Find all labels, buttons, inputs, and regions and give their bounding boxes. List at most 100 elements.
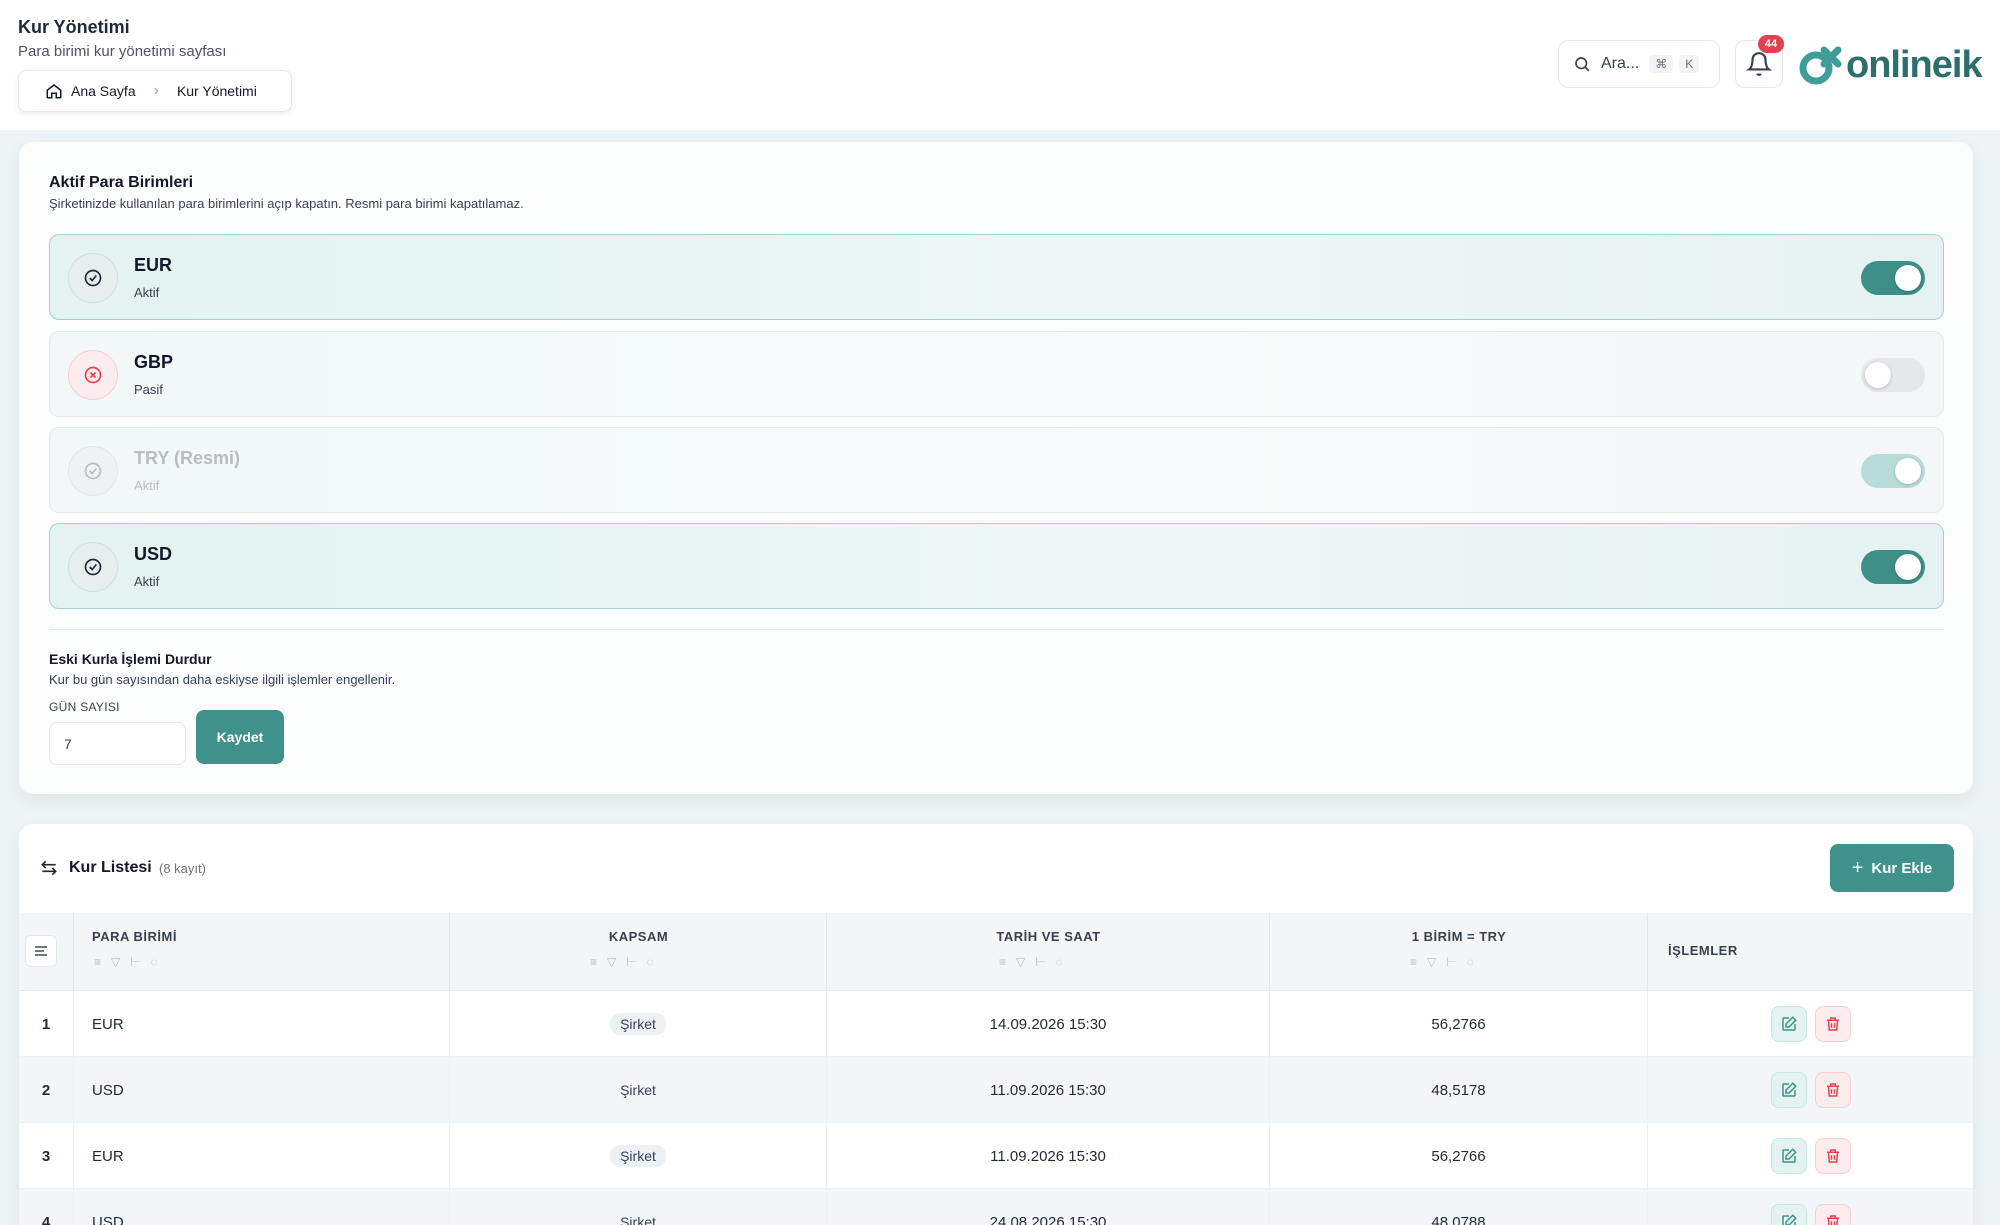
add-rate-label: Kur Ekle [1871, 859, 1933, 877]
row-number: 3 [19, 1123, 74, 1189]
column-tools-icon[interactable]: ≡▽⊢◌ [999, 955, 1073, 969]
top-header: Kur Yönetimi Para birimi kur yönetimi sa… [0, 0, 2000, 130]
brand-logo[interactable]: onlineik [1798, 40, 1983, 90]
breadcrumb: Ana Sayfa › Kur Yönetimi [18, 70, 292, 112]
column-tools-icon[interactable]: ≡▽⊢◌ [590, 955, 664, 969]
currency-toggle-gbp[interactable] [1861, 358, 1925, 392]
currency-code: USD [134, 544, 173, 564]
cell-actions [1648, 1123, 1973, 1189]
cell-actions [1648, 1057, 1973, 1123]
currency-status: Aktif [134, 285, 160, 300]
search-placeholder: Ara... [1601, 55, 1640, 72]
currency-code: GBP [134, 352, 174, 372]
scope-badge: Şirket [610, 1013, 666, 1035]
column-tools-icon[interactable]: ≡▽⊢◌ [1410, 955, 1484, 969]
active-currencies-title: Aktif Para Birimleri [49, 174, 194, 191]
currency-toggle-usd[interactable] [1861, 550, 1925, 584]
table-row[interactable]: 3 EUR Şirket 11.09.2026 15:30 56,2766 [19, 1123, 1973, 1189]
column-actions: İŞLEMLER [1648, 913, 1973, 991]
table-row[interactable]: 4 USD Şirket 24.08.2026 15:30 48,0788 [19, 1189, 1973, 1225]
save-button[interactable]: Kaydet [196, 710, 284, 764]
currency-settings-card: Aktif Para Birimleri Şirketinizde kullan… [19, 142, 1973, 794]
check-circle-icon [68, 253, 118, 303]
plus-icon: + [1851, 856, 1864, 879]
cell-rate: 56,2766 [1270, 991, 1648, 1057]
scope-badge: Şirket [620, 1214, 656, 1225]
search-icon [1575, 57, 1590, 72]
cell-rate: 48,5178 [1270, 1057, 1648, 1123]
rate-list-title: Kur Listesi [69, 859, 152, 876]
day-count-label: GÜN SAYISI [49, 700, 120, 714]
cell-rate: 48,0788 [1270, 1189, 1648, 1225]
currency-toggle-try [1861, 454, 1925, 488]
notifications-button[interactable]: 44 [1735, 35, 1784, 88]
cell-actions [1648, 1189, 1973, 1225]
edit-icon[interactable] [1770, 1138, 1807, 1174]
trash-icon[interactable] [1814, 1138, 1851, 1174]
edit-icon[interactable] [1770, 1006, 1807, 1042]
table-header: PARA BİRİMİ ≡▽⊢◌ KAPSAM ≡▽⊢◌ TARİH VE SA… [19, 913, 1973, 991]
currency-status: Aktif [134, 478, 160, 493]
column-datetime[interactable]: TARİH VE SAAT ≡▽⊢◌ [827, 913, 1270, 991]
swap-arrows-icon [41, 860, 57, 876]
scope-badge: Şirket [610, 1145, 666, 1167]
add-rate-button[interactable]: + Kur Ekle [1830, 844, 1954, 892]
currency-code: EUR [134, 255, 173, 275]
cell-actions [1648, 991, 1973, 1057]
edit-icon[interactable] [1770, 1204, 1807, 1225]
cell-datetime: 11.09.2026 15:30 [827, 1123, 1270, 1189]
table-row[interactable]: 2 USD Şirket 11.09.2026 15:30 48,5178 [19, 1057, 1973, 1123]
shortcut-mod: ⌘ [1649, 55, 1674, 73]
row-number: 4 [19, 1189, 74, 1225]
cell-datetime: 11.09.2026 15:30 [827, 1057, 1270, 1123]
check-circle-icon [68, 542, 118, 592]
cell-rate: 56,2766 [1270, 1123, 1648, 1189]
column-label: PARA BİRİMİ [92, 929, 177, 944]
cell-currency: EUR [74, 991, 450, 1057]
trash-icon[interactable] [1814, 1204, 1851, 1225]
column-tools-icon[interactable]: ≡▽⊢◌ [94, 955, 168, 969]
column-label: KAPSAM [608, 929, 669, 944]
check-circle-icon [68, 446, 118, 496]
trash-icon[interactable] [1814, 1006, 1851, 1042]
search-input[interactable]: Ara... ⌘ K [1558, 40, 1720, 88]
currency-row-usd: USD Aktif [49, 523, 1944, 609]
day-count-input[interactable] [49, 722, 186, 765]
logo-mark-icon [1799, 46, 1842, 85]
scope-badge: Şirket [620, 1082, 656, 1098]
menu-lines-icon[interactable] [25, 935, 57, 967]
breadcrumb-home-link[interactable]: Ana Sayfa [71, 83, 136, 99]
cell-currency: USD [74, 1057, 450, 1123]
x-circle-icon [68, 350, 118, 400]
logo-text: onlineik [1846, 43, 1983, 86]
column-scope[interactable]: KAPSAM ≡▽⊢◌ [450, 913, 827, 991]
table-row[interactable]: 1 EUR Şirket 14.09.2026 15:30 56,2766 [19, 991, 1973, 1057]
section-divider [49, 629, 1944, 630]
page-title: Kur Yönetimi [18, 17, 130, 37]
cell-currency: USD [74, 1189, 450, 1225]
rate-list-card: Kur Listesi (8 kayıt) + Kur Ekle PARA Bİ… [19, 824, 1973, 1225]
home-icon[interactable] [45, 82, 63, 100]
currency-row-try: TRY (Resmi) Aktif [49, 427, 1944, 513]
column-label: İŞLEMLER [1668, 943, 1738, 958]
rate-list-count: (8 kayıt) [159, 861, 206, 876]
shortcut-key: K [1679, 55, 1700, 73]
column-currency[interactable]: PARA BİRİMİ ≡▽⊢◌ [74, 913, 450, 991]
currency-status: Pasif [134, 382, 163, 397]
edit-icon[interactable] [1770, 1072, 1807, 1108]
bell-icon [1746, 52, 1772, 76]
breadcrumb-current: Kur Yönetimi [176, 83, 257, 99]
chevron-right-icon: › [153, 82, 159, 99]
stale-rate-description: Kur bu gün sayısından daha eskiyse ilgil… [49, 672, 396, 687]
column-rate[interactable]: 1 BİRİM = TRY ≡▽⊢◌ [1270, 913, 1648, 991]
row-number: 1 [19, 991, 74, 1057]
cell-scope: Şirket [450, 1123, 827, 1189]
trash-icon[interactable] [1814, 1072, 1851, 1108]
cell-scope: Şirket [450, 991, 827, 1057]
notification-badge: 44 [1758, 35, 1784, 53]
cell-currency: EUR [74, 1123, 450, 1189]
stale-rate-title: Eski Kurla İşlemi Durdur [49, 651, 212, 667]
currency-row-gbp: GBP Pasif [49, 331, 1944, 417]
column-label: TARİH VE SAAT [996, 929, 1101, 944]
currency-toggle-eur[interactable] [1861, 261, 1925, 295]
